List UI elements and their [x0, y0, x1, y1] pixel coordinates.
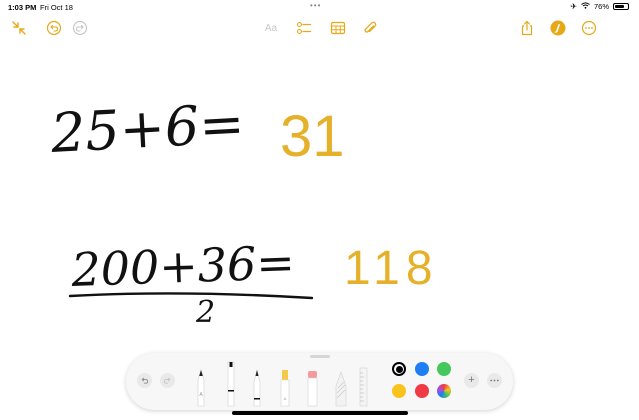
- redo-icon[interactable]: [71, 19, 89, 37]
- home-indicator[interactable]: [232, 411, 408, 415]
- color-green[interactable]: [437, 362, 451, 376]
- color-blue[interactable]: [415, 362, 429, 376]
- fountain-pen-tool[interactable]: [253, 369, 261, 407]
- monoline-tool[interactable]: [227, 361, 235, 407]
- line-1-result: 31: [280, 104, 345, 169]
- handwriting-line-2: 200+36= 2 118: [68, 235, 439, 330]
- line-2-expression: 200+36=: [69, 235, 295, 297]
- add-button[interactable]: +: [464, 373, 479, 388]
- pen-tool[interactable]: A: [197, 368, 205, 407]
- line-2-result: 118: [344, 242, 439, 295]
- redo-icon: [163, 377, 171, 384]
- lasso-tool[interactable]: [335, 371, 347, 407]
- status-bar: 1:03 PM Fri Oct 18 ••• ✈ 76%: [0, 0, 639, 14]
- svg-text:A: A: [284, 396, 287, 401]
- undo-icon: [141, 377, 149, 384]
- palette-undo-button[interactable]: [137, 373, 152, 388]
- status-time: 1:03 PM: [8, 3, 37, 12]
- color-red[interactable]: [415, 384, 429, 398]
- highlighter-tool[interactable]: A: [280, 370, 290, 407]
- checklist-icon[interactable]: [295, 19, 313, 37]
- more-icon: [490, 379, 499, 382]
- markup-icon[interactable]: [549, 19, 567, 37]
- palette-grabber[interactable]: [310, 355, 330, 358]
- color-black-selected[interactable]: [392, 362, 406, 376]
- plus-icon: +: [468, 374, 475, 386]
- more-icon[interactable]: [580, 19, 598, 37]
- line-2-divisor: 2: [195, 295, 215, 330]
- status-right: ✈ 76%: [570, 2, 629, 11]
- multitasking-dots[interactable]: •••: [310, 1, 321, 10]
- status-date: Fri Oct 18: [40, 3, 73, 12]
- attachment-icon[interactable]: [361, 19, 379, 37]
- palette-redo-button[interactable]: [160, 373, 175, 388]
- format-text-button[interactable]: Aa: [262, 19, 280, 37]
- table-icon[interactable]: [329, 19, 347, 37]
- handwriting-line-1: 25+6= 31: [48, 92, 344, 169]
- battery-icon: [613, 3, 629, 10]
- drawing-tools: A A: [197, 361, 368, 407]
- line-1-expression: 25+6=: [48, 92, 246, 165]
- undo-icon[interactable]: [45, 19, 63, 37]
- palette-more-button[interactable]: [487, 373, 502, 388]
- wifi-icon: [581, 2, 590, 11]
- airplane-icon: ✈: [570, 2, 577, 11]
- collapse-icon[interactable]: [10, 19, 28, 37]
- color-picker-multicolor[interactable]: [437, 384, 451, 398]
- color-yellow[interactable]: [392, 384, 406, 398]
- battery-percent: 76%: [593, 2, 609, 11]
- share-icon[interactable]: [518, 19, 536, 37]
- format-text-label: Aa: [264, 22, 278, 34]
- eraser-tool[interactable]: [307, 371, 318, 407]
- drawing-canvas[interactable]: 25+6= 31 200+36= 2 118: [0, 40, 639, 340]
- ruler-tool[interactable]: [359, 367, 368, 407]
